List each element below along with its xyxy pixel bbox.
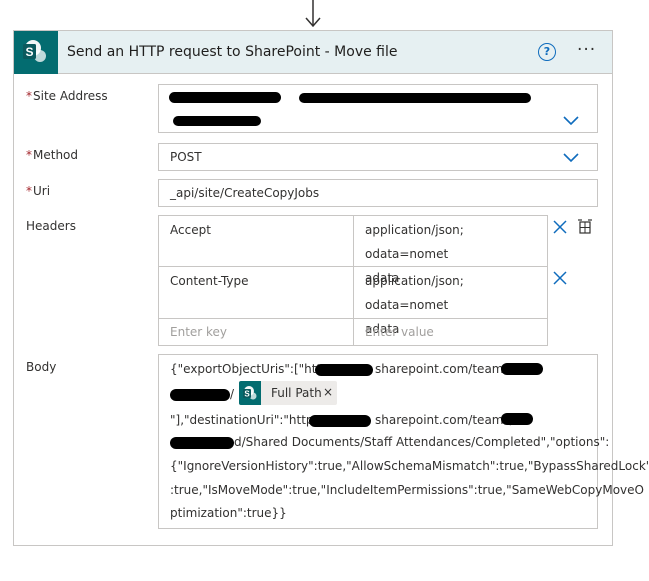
sharepoint-icon: S: [14, 31, 58, 74]
headers-label: Headers: [26, 219, 76, 233]
close-icon[interactable]: ×: [323, 385, 333, 399]
header-key-input[interactable]: Enter key: [170, 320, 227, 344]
uri-label: *Uri: [26, 184, 51, 198]
delete-header-icon[interactable]: [553, 271, 567, 285]
delete-header-icon[interactable]: [553, 220, 567, 234]
action-card-header[interactable]: S Send an HTTP request to SharePoint - M…: [14, 31, 612, 74]
action-card: S Send an HTTP request to SharePoint - M…: [13, 30, 649, 546]
header-key-accept[interactable]: Accept: [170, 218, 211, 242]
action-title: Send an HTTP request to SharePoint - Mov…: [67, 44, 398, 60]
method-label: *Method: [26, 148, 79, 162]
body-line-6: :true,"IsMoveMode":true,"IncludeItemPerm…: [170, 483, 644, 497]
header-key-content-type[interactable]: Content-Type: [170, 269, 249, 293]
body-input[interactable]: {"exportObjectUris":["https:/ sharepoint…: [158, 354, 649, 529]
uri-input[interactable]: _api/site/CreateCopyJobs: [158, 179, 598, 207]
svg-text:S: S: [244, 390, 250, 399]
full-path-token[interactable]: S Full Path ×: [239, 381, 337, 405]
svg-text:S: S: [25, 45, 33, 59]
body-label: Body: [26, 360, 57, 374]
uri-value: _api/site/CreateCopyJobs: [170, 186, 320, 200]
switch-to-text-mode-icon[interactable]: [577, 219, 593, 235]
body-line-1b: sharepoint.com/teams/: [375, 362, 514, 376]
help-icon[interactable]: ?: [538, 43, 556, 61]
site-address-label: *Site Address: [26, 89, 108, 103]
chevron-down-icon[interactable]: [563, 116, 579, 126]
sharepoint-icon: S: [239, 381, 261, 405]
body-line-3a: "],"destinationUri":"https:/: [170, 413, 328, 427]
method-dropdown[interactable]: POST: [158, 143, 598, 171]
more-options-icon[interactable]: ···: [577, 40, 596, 60]
body-line-4: d/Shared Documents/Staff Attendances/Com…: [234, 435, 610, 449]
method-value: POST: [170, 150, 202, 164]
body-line-3b: sharepoint.com/teams/: [375, 413, 514, 427]
site-address-dropdown[interactable]: [158, 84, 598, 133]
body-line-7: ptimization":true}}: [170, 506, 287, 520]
body-line-5: {"IgnoreVersionHistory":true,"AllowSchem…: [170, 459, 649, 473]
flow-arrow-icon: [305, 0, 321, 28]
headers-table: Accept application/json; odata=nomet ada…: [158, 215, 548, 346]
token-label: Full Path: [271, 386, 322, 400]
header-value-input[interactable]: Enter value: [365, 320, 434, 344]
body-line-2-slash: /: [230, 387, 235, 401]
chevron-down-icon[interactable]: [563, 153, 579, 163]
